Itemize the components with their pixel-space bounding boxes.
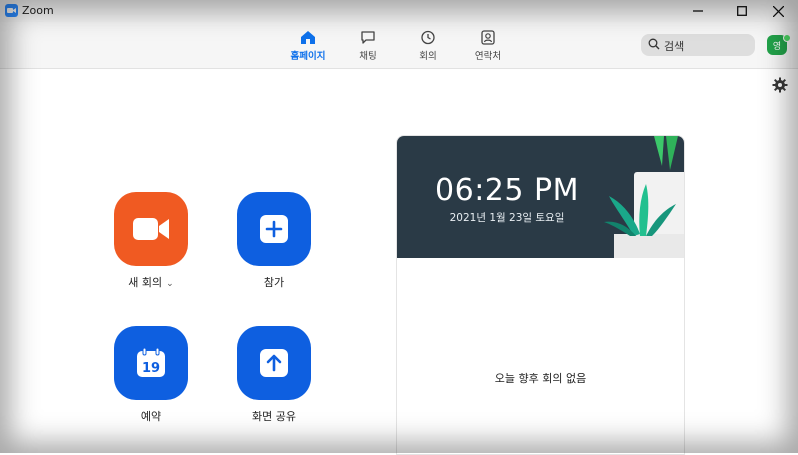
tab-home-label: 홈페이지 [290, 51, 326, 62]
search-input[interactable]: 검색 [641, 34, 755, 56]
online-status-badge [783, 34, 791, 42]
search-icon [648, 38, 660, 50]
current-date: 2021년 1월 23일 토요일 [449, 212, 565, 224]
no-meetings-message: 오늘 향후 회의 없음 [494, 372, 587, 385]
window-title: Zoom [22, 4, 54, 17]
current-time: 06:25 PM [435, 173, 579, 208]
join-button[interactable] [237, 192, 311, 266]
maximize-button[interactable] [722, 0, 762, 22]
calendar-icon: 19 [137, 347, 165, 377]
upcoming-meetings-panel: 06:25 PM 2021년 1월 23일 토요일 오늘 향후 회의 없음 [396, 135, 685, 455]
settings-button[interactable] [772, 77, 788, 97]
schedule-label: 예약 [140, 410, 162, 423]
search-placeholder: 검색 [664, 40, 685, 53]
home-icon [301, 31, 315, 44]
close-button[interactable] [758, 0, 798, 22]
join-label: 참가 [263, 276, 285, 289]
new-meeting-button[interactable] [114, 192, 188, 266]
tab-chat-label: 채팅 [359, 51, 377, 62]
tab-contacts-label: 연락처 [474, 51, 502, 62]
share-up-arrow-icon [260, 349, 288, 377]
calendar-day-label: 19 [142, 361, 160, 376]
minimize-button[interactable] [678, 0, 718, 22]
zoom-logo-icon [5, 4, 18, 17]
chevron-down-icon[interactable]: ⌄ [166, 279, 174, 289]
tab-meetings-label: 회의 [419, 51, 437, 62]
gear-icon [772, 77, 788, 93]
chat-icon [361, 31, 375, 44]
avatar-initials: 영 [772, 41, 782, 52]
new-meeting-label[interactable]: 새 회의 ⌄ [106, 274, 196, 290]
share-screen-button[interactable] [237, 326, 311, 400]
video-camera-icon [133, 218, 169, 240]
contacts-icon [481, 30, 495, 45]
tab-contacts[interactable]: 연락처 [453, 30, 523, 66]
schedule-button[interactable]: 19 [114, 326, 188, 400]
clock-banner: 06:25 PM 2021년 1월 23일 토요일 [397, 136, 684, 258]
plant-illustration-icon [604, 136, 684, 258]
plus-icon [260, 215, 288, 243]
title-bar: Zoom [0, 0, 798, 22]
clock-icon [421, 30, 435, 45]
share-screen-label: 화면 공유 [252, 410, 296, 423]
